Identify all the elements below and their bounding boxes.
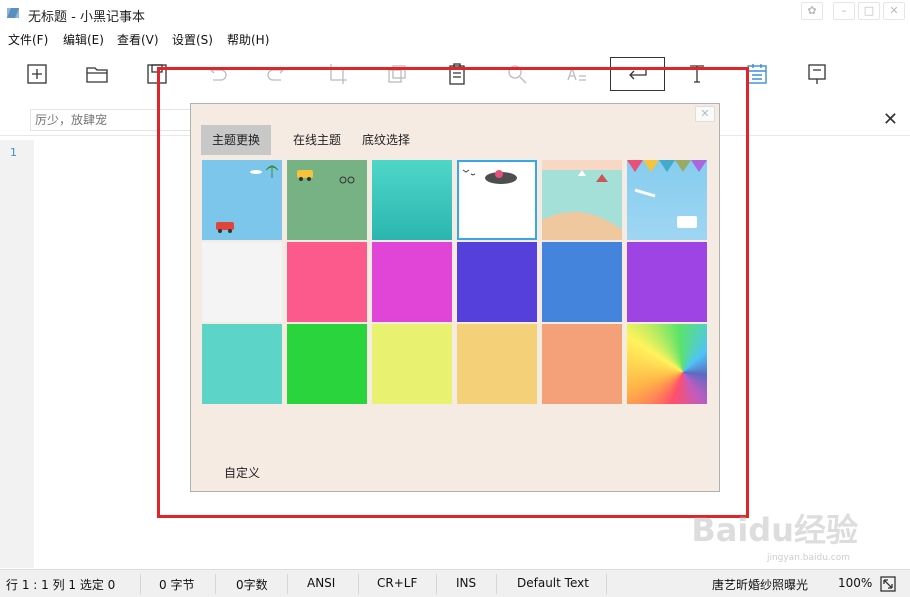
status-bytes: 0 字节 [159,578,195,592]
line-gutter: 1 [0,140,34,568]
theme-swatch-blue[interactable] [542,242,622,322]
status-position: 行 1 : 1 列 1 选定 0 [6,578,116,592]
theme-swatch-teal-sea[interactable] [372,160,452,240]
paste-button[interactable] [440,57,474,91]
find-icon [508,65,527,84]
skin-icon[interactable]: ✿ [801,2,823,20]
status-news-link[interactable]: 唐艺昕婚纱照曝光 [712,576,808,593]
tab-texture[interactable]: 底纹选择 [351,125,421,155]
redo-button[interactable] [260,57,294,91]
font-icon [690,65,704,83]
menu-help[interactable]: 帮助(H) [227,31,269,48]
theme-swatch-indigo[interactable] [457,242,537,322]
maximize-icon[interactable]: □ [858,2,880,20]
status-chars: 0字数 [236,578,268,592]
theme-icon [747,64,767,84]
menu-view[interactable]: 查看(V) [117,31,159,48]
title-bar: 无标题 - 小黑记事本 ✿ – □ ✕ [0,0,910,28]
status-line-ending[interactable]: CR+LF [377,576,417,590]
status-encoding[interactable]: ANSI [307,576,335,590]
theme-swatch-rainbow[interactable] [627,324,707,404]
toolbar [0,52,910,96]
find-button[interactable] [500,57,534,91]
fullscreen-icon[interactable] [880,576,896,592]
theme-swatch-purple[interactable] [627,242,707,322]
theme-swatch-green-car[interactable] [287,160,367,240]
new-file-icon [27,64,47,84]
open-folder-icon [86,67,108,83]
crop-icon [327,64,347,84]
copy-icon [388,65,406,83]
theme-swatch-turquoise[interactable] [202,324,282,404]
new-file-button[interactable] [20,57,54,91]
theme-swatch-grid [202,160,710,408]
theme-button[interactable] [740,57,774,91]
save-button[interactable] [140,57,174,91]
open-button[interactable] [80,57,114,91]
undo-icon [210,66,227,81]
theme-swatch-magenta[interactable] [372,242,452,322]
menu-settings[interactable]: 设置(S) [172,31,213,48]
status-insert-mode: INS [456,576,477,590]
theme-swatch-yellow[interactable] [372,324,452,404]
search-close-icon[interactable]: ✕ [883,109,898,130]
status-bar: 行 1 : 1 列 1 选定 0 0 字节 0字数 ANSI CR+LF INS… [0,569,910,597]
theme-swatch-sky-bus[interactable] [202,160,282,240]
menu-bar: 文件(F) 编辑(E) 查看(V) 设置(S) 帮助(H) [0,28,910,50]
status-text-mode[interactable]: Default Text [517,576,589,590]
pin-note-icon [808,64,826,84]
word-wrap-button[interactable] [610,57,665,91]
close-icon[interactable]: ✕ [883,2,905,20]
theme-swatch-light-gray[interactable] [202,242,282,322]
window-title: 无标题 - 小黑记事本 [28,10,145,25]
app-icon [7,8,19,18]
tab-online-theme[interactable]: 在线主题 [282,125,352,155]
watermark-url: jingyan.baidu.com [766,553,850,563]
tab-theme-change[interactable]: 主题更换 [201,125,272,155]
replace-button[interactable] [560,57,594,91]
minimize-icon[interactable]: – [833,2,855,20]
undo-button[interactable] [200,57,234,91]
font-button[interactable] [680,57,714,91]
menu-file[interactable]: 文件(F) [8,31,48,48]
copy-button[interactable] [380,57,414,91]
word-wrap-icon [628,68,647,80]
theme-dialog: ✕ 主题更换 在线主题 底纹选择 自定义 [190,103,720,492]
theme-swatch-flags-car[interactable] [627,160,707,240]
paste-icon [449,63,465,85]
baidu-watermark: Baidu经验 [691,511,858,549]
theme-swatch-salmon[interactable] [542,324,622,404]
dialog-close-icon[interactable]: ✕ [695,106,715,122]
replace-case-icon [567,65,586,81]
line-number: 1 [10,146,17,159]
theme-swatch-pink[interactable] [287,242,367,322]
theme-swatch-amber[interactable] [457,324,537,404]
pin-button[interactable] [800,57,834,91]
cut-button[interactable] [320,57,354,91]
save-icon [147,64,167,84]
status-zoom: 100% [838,576,873,590]
custom-theme-button[interactable]: 自定义 [224,464,260,481]
theme-swatch-green[interactable] [287,324,367,404]
redo-icon [267,66,284,81]
menu-edit[interactable]: 编辑(E) [63,31,104,48]
theme-swatch-white-ink[interactable] [457,160,537,240]
theme-swatch-beach[interactable] [542,160,622,240]
